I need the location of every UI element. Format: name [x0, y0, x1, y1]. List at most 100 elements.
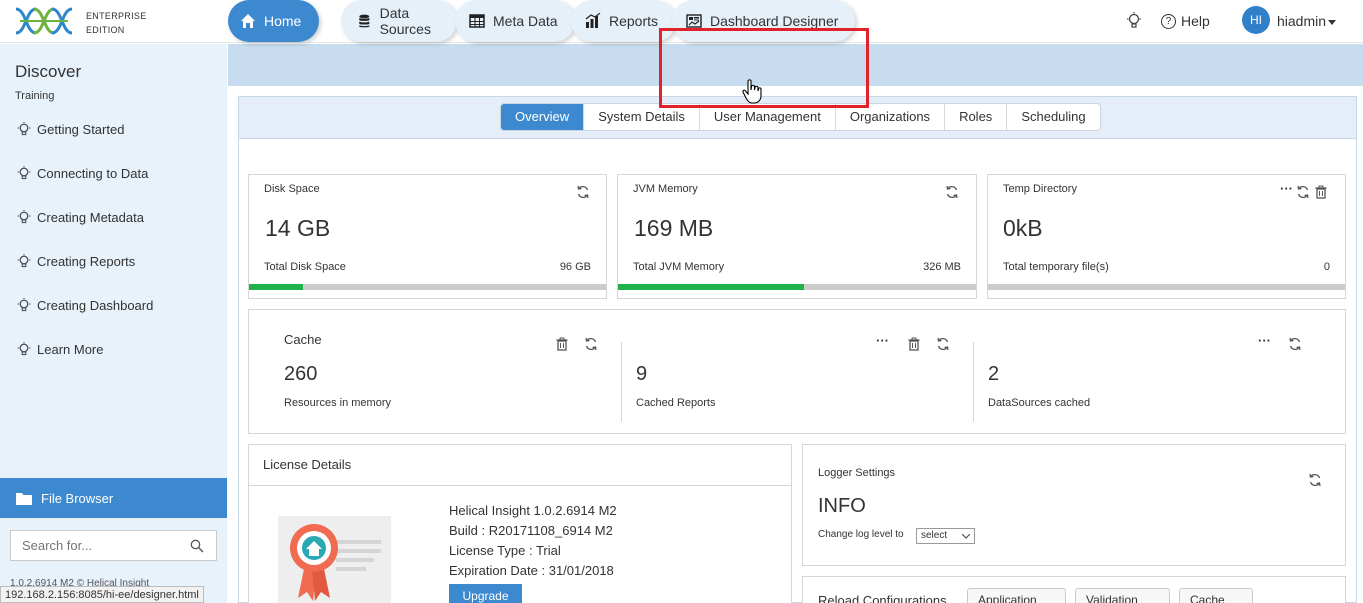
- sidebar-item-label: Learn More: [37, 342, 104, 357]
- tab-meta-data[interactable]: Meta Data: [455, 0, 575, 42]
- card-title: Disk Space: [264, 183, 320, 195]
- progress-bar: [618, 284, 976, 290]
- sidebar-item-connecting-to-data[interactable]: Connecting to Data: [17, 166, 148, 181]
- cache-card: Cache 260 Resources in memory ··· 9 Cach…: [248, 309, 1346, 434]
- lightbulb-icon: [17, 342, 31, 356]
- datasources-label: DataSources cached: [988, 397, 1091, 409]
- refresh-icon[interactable]: [584, 337, 598, 351]
- license-type: License Type : Trial: [449, 543, 561, 558]
- divider: [249, 485, 791, 486]
- trash-icon[interactable]: [555, 337, 569, 351]
- cached-reports-label: Cached Reports: [636, 397, 716, 409]
- card-sub-value: 0: [1323, 261, 1330, 273]
- browser-status-url: 192.168.2.156:8085/hi-ee/designer.html: [0, 586, 204, 603]
- logger-title: Logger Settings: [818, 467, 896, 479]
- temp-directory-card: Temp Directory ··· 0kB Total temporary f…: [987, 174, 1346, 299]
- log-level-select[interactable]: select: [916, 528, 975, 544]
- certificate-icon: [278, 516, 391, 603]
- reload-validation-button[interactable]: Validation: [1075, 588, 1170, 603]
- card-value: 169 MB: [634, 215, 714, 241]
- log-level-value: INFO: [818, 495, 866, 517]
- refresh-icon[interactable]: [1296, 185, 1310, 199]
- more-icon[interactable]: ···: [1280, 181, 1293, 196]
- resources-label: Resources in memory: [284, 397, 391, 409]
- subtab-overview[interactable]: Overview: [501, 104, 585, 130]
- license-product: Helical Insight 1.0.2.6914 M2: [449, 503, 617, 518]
- file-browser-button[interactable]: File Browser: [0, 478, 227, 518]
- refresh-icon[interactable]: [945, 185, 959, 199]
- sidebar-item-label: Creating Reports: [37, 254, 136, 269]
- log-level-label: Change log level to: [818, 529, 904, 540]
- database-icon: [359, 14, 370, 28]
- divider: [973, 342, 974, 422]
- trash-icon[interactable]: [1314, 185, 1328, 199]
- sidebar: Discover Training Getting Started Connec…: [0, 44, 227, 603]
- logger-settings-card: [802, 444, 1346, 566]
- sidebar-section: Training: [15, 90, 55, 102]
- sidebar-item-creating-metadata[interactable]: Creating Metadata: [17, 210, 144, 225]
- resources-value: 260: [284, 363, 318, 385]
- lightbulb-icon: [17, 254, 31, 268]
- caret-down-icon: [1328, 19, 1337, 25]
- sidebar-item-creating-dashboard[interactable]: Creating Dashboard: [17, 298, 153, 313]
- button-label: Validation: [1086, 593, 1138, 603]
- more-icon[interactable]: ···: [876, 333, 889, 348]
- license-expiration: Expiration Date : 31/01/2018: [449, 563, 614, 578]
- sidebar-item-label: Creating Dashboard: [37, 298, 154, 313]
- upgrade-button[interactable]: Upgrade: [449, 584, 522, 603]
- reload-application-button[interactable]: Application: [967, 588, 1066, 603]
- card-value: 0kB: [1003, 215, 1043, 241]
- reload-cache-button[interactable]: Cache: [1179, 588, 1253, 603]
- subtab-roles[interactable]: Roles: [945, 104, 1008, 130]
- sidebar-item-label: Getting Started: [37, 122, 125, 137]
- edition-line2: EDITION: [86, 25, 125, 35]
- avatar[interactable]: HI: [1242, 6, 1270, 34]
- sidebar-item-creating-reports[interactable]: Creating Reports: [17, 254, 135, 269]
- folder-icon: [16, 492, 32, 505]
- reload-label: Reload Configurations: [818, 593, 947, 603]
- chevron-down-icon: [962, 534, 970, 539]
- help-label: Help: [1181, 13, 1210, 29]
- card-sub-label: Total temporary file(s): [1003, 261, 1109, 273]
- tab-label: Dashboard Designer: [710, 13, 839, 29]
- username: hiadmin: [1277, 13, 1327, 29]
- lightbulb-icon[interactable]: [1126, 12, 1142, 30]
- card-sub-value: 96 GB: [559, 261, 591, 273]
- table-icon: [469, 14, 485, 28]
- tab-home[interactable]: Home: [228, 0, 319, 42]
- subtab-scheduling[interactable]: Scheduling: [1007, 104, 1099, 130]
- highlight-annotation: [659, 28, 869, 108]
- tab-label: Reports: [609, 13, 659, 29]
- tab-data-sources[interactable]: Data Sources: [341, 0, 457, 42]
- lightbulb-icon: [17, 210, 31, 224]
- tab-label: Home: [264, 13, 302, 29]
- help-icon: ?: [1161, 13, 1176, 29]
- search-icon[interactable]: [190, 539, 204, 553]
- edition-line1: ENTERPRISE: [86, 11, 147, 21]
- sidebar-item-getting-started[interactable]: Getting Started: [17, 122, 124, 137]
- sidebar-item-learn-more[interactable]: Learn More: [17, 342, 103, 357]
- datasources-value: 2: [988, 363, 1000, 385]
- refresh-icon[interactable]: [1308, 473, 1322, 487]
- sidebar-item-label: Connecting to Data: [37, 166, 149, 181]
- user-menu[interactable]: hiadmin: [1277, 13, 1337, 29]
- card-title: JVM Memory: [633, 183, 698, 195]
- refresh-icon[interactable]: [936, 337, 950, 351]
- progress-fill: [249, 284, 303, 290]
- search-input[interactable]: [11, 531, 181, 560]
- refresh-icon[interactable]: [1288, 337, 1302, 351]
- trash-icon[interactable]: [907, 337, 921, 351]
- more-icon[interactable]: ···: [1258, 333, 1271, 348]
- progress-bar: [249, 284, 606, 290]
- license-title: License Details: [263, 457, 352, 472]
- cached-reports-value: 9: [636, 363, 648, 385]
- file-search: [10, 530, 217, 561]
- button-label: Cache: [1190, 593, 1225, 603]
- sidebar-title: Discover: [15, 62, 82, 81]
- refresh-icon[interactable]: [576, 185, 590, 199]
- progress-fill: [618, 284, 805, 290]
- divider: [621, 342, 622, 422]
- help-link[interactable]: ? Help: [1161, 13, 1210, 29]
- lightbulb-icon: [17, 298, 31, 312]
- helical-logo[interactable]: [14, 6, 74, 36]
